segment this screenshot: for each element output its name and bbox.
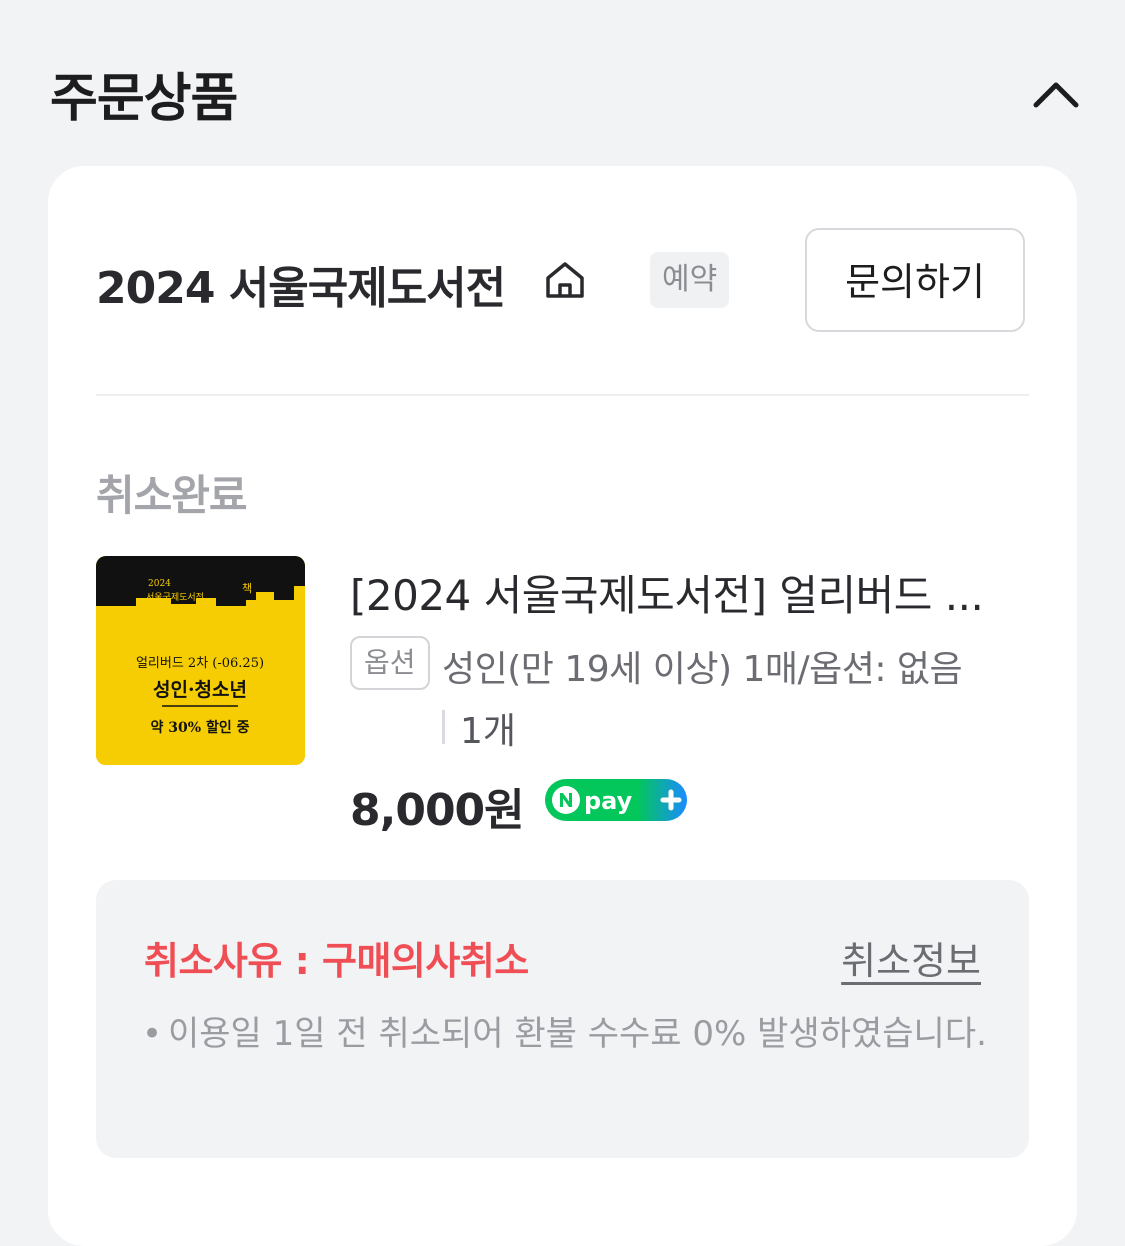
chevron-up-icon xyxy=(1033,82,1079,108)
cancel-info-link[interactable]: 취소정보 xyxy=(841,930,981,985)
thumb-mark: 책 xyxy=(242,582,252,595)
collapse-button[interactable] xyxy=(1024,62,1088,126)
order-items-header: 주문상품 xyxy=(0,0,1125,166)
store-row: 2024 서울국제도서전 예약 문의하기 xyxy=(96,228,1028,334)
section-title: 주문상품 xyxy=(50,69,238,129)
cancel-info-box: 취소사유 : 구매의사취소 취소정보 • 이용일 1일 전 취소되어 환불 수수… xyxy=(96,880,1029,1158)
inquiry-button[interactable]: 문의하기 xyxy=(805,228,1025,332)
price: 8,000원 xyxy=(350,785,525,836)
thumb-event: 서울국제도서전 xyxy=(146,592,204,603)
divider xyxy=(96,394,1029,396)
thumb-line3: 약 30% 할인 중 xyxy=(151,719,250,736)
thumb-year: 2024 xyxy=(148,579,171,589)
store-name[interactable]: 2024 서울국제도서전 xyxy=(96,252,506,316)
quantity-separator xyxy=(442,710,445,744)
product-thumbnail[interactable]: 2024 서울국제도서전 책 얼리버드 2차 (-06.25) 성인·청소년 약… xyxy=(96,556,305,765)
bullet: • xyxy=(142,1014,163,1054)
order-status: 취소완료 xyxy=(96,471,248,520)
svg-text:pay: pay xyxy=(584,787,633,815)
reservation-badge: 예약 xyxy=(650,252,730,308)
cancel-note: • 이용일 1일 전 취소되어 환불 수수료 0% 발생하였습니다. xyxy=(142,1006,992,1062)
quantity: 1개 xyxy=(460,711,517,752)
thumb-line1: 얼리버드 2차 (-06.25) xyxy=(136,656,264,671)
cancel-note-text: 이용일 1일 전 취소되어 환불 수수료 0% 발생하였습니다. xyxy=(168,1014,987,1054)
thumb-line2: 성인·청소년 xyxy=(153,679,247,701)
npay-plus-icon: pay xyxy=(545,779,687,821)
order-card: 2024 서울국제도서전 예약 문의하기 취소완료 2024 서울국제도서전 책… xyxy=(48,166,1077,1246)
cancel-reason: 취소사유 : 구매의사취소 xyxy=(144,939,529,983)
home-icon[interactable] xyxy=(543,258,587,302)
option-badge: 옵션 xyxy=(350,636,430,690)
option-text: 성인(만 19세 이상) 1매/옵션: 없음 xyxy=(442,649,963,690)
product-title[interactable]: [2024 서울국제도서전] 얼리버드 ... xyxy=(350,562,1020,623)
